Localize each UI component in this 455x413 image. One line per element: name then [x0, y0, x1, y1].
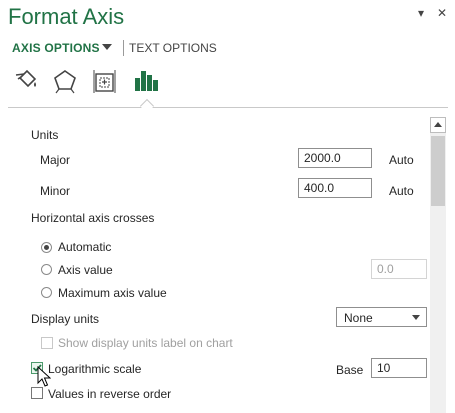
- reverse-order-label[interactable]: Values in reverse order: [48, 387, 171, 401]
- tab-text-options[interactable]: TEXT OPTIONS: [129, 41, 217, 55]
- minor-unit-label: Minor: [40, 184, 71, 198]
- logarithmic-scale-label[interactable]: Logarithmic scale: [48, 362, 141, 376]
- units-header: Units: [31, 128, 59, 142]
- log-base-input[interactable]: [371, 358, 427, 378]
- major-unit-input[interactable]: [298, 148, 372, 168]
- radio-maximum-axis-value[interactable]: [41, 287, 52, 298]
- scrollbar-thumb[interactable]: [431, 136, 445, 206]
- axis-crosses-header: Horizontal axis crosses: [31, 211, 155, 225]
- scroll-up-button[interactable]: [430, 117, 446, 133]
- close-pane-button[interactable]: ✕: [437, 6, 447, 20]
- effects-icon[interactable]: [50, 66, 80, 96]
- show-units-label-checkbox[interactable]: [41, 337, 53, 349]
- tab-axis-options[interactable]: AXIS OPTIONS: [12, 41, 100, 55]
- radio-axis-value[interactable]: [41, 264, 52, 275]
- display-units-select[interactable]: None: [336, 307, 427, 327]
- axis-value-input[interactable]: [371, 259, 427, 279]
- radio-axis-value-label[interactable]: Axis value: [58, 263, 113, 277]
- size-properties-icon[interactable]: [90, 66, 120, 96]
- task-pane-options-caret[interactable]: ▾: [418, 6, 424, 20]
- mouse-pointer-icon: [37, 366, 51, 387]
- log-base-label: Base: [336, 363, 364, 377]
- minor-unit-auto: Auto: [389, 184, 414, 198]
- radio-automatic-label[interactable]: Automatic: [58, 240, 111, 254]
- display-units-label: Display units: [31, 312, 100, 326]
- radio-automatic[interactable]: [41, 242, 52, 253]
- reverse-order-checkbox[interactable]: [31, 387, 43, 399]
- chevron-down-icon: [412, 315, 420, 320]
- chevron-down-icon[interactable]: [102, 44, 112, 50]
- pane-title: Format Axis: [8, 4, 125, 29]
- display-units-value: None: [344, 311, 373, 325]
- major-unit-label: Major: [40, 153, 71, 167]
- selected-icon-pointer: [139, 98, 155, 114]
- radio-maximum-axis-value-label[interactable]: Maximum axis value: [58, 286, 167, 300]
- tab-divider: [123, 40, 124, 56]
- minor-unit-input[interactable]: [298, 178, 372, 198]
- axis-options-icon[interactable]: [131, 66, 161, 96]
- show-units-label-text: Show display units label on chart: [58, 336, 233, 350]
- major-unit-auto: Auto: [389, 153, 414, 167]
- icon-row-divider: [8, 107, 448, 108]
- fill-line-icon[interactable]: [12, 66, 42, 96]
